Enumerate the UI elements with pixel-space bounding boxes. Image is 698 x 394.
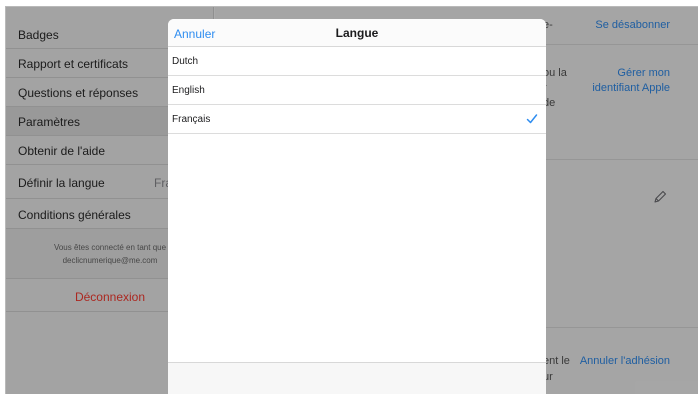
checkmark-icon [526, 114, 538, 124]
language-option-francais[interactable]: Français [168, 105, 546, 134]
language-name: English [172, 85, 205, 96]
modal-title: Langue [335, 26, 379, 40]
app-screen: Badges Rapport et certificats Questions … [0, 0, 698, 394]
language-option-english[interactable]: English [168, 76, 546, 105]
language-picker-modal: Langue Annuler Dutch English Français [168, 19, 546, 394]
modal-header: Langue Annuler [168, 19, 546, 47]
cancel-button[interactable]: Annuler [174, 27, 215, 41]
modal-footer [168, 362, 546, 394]
language-option-dutch[interactable]: Dutch [168, 47, 546, 76]
language-name: Français [172, 114, 211, 125]
language-name: Dutch [172, 56, 199, 67]
